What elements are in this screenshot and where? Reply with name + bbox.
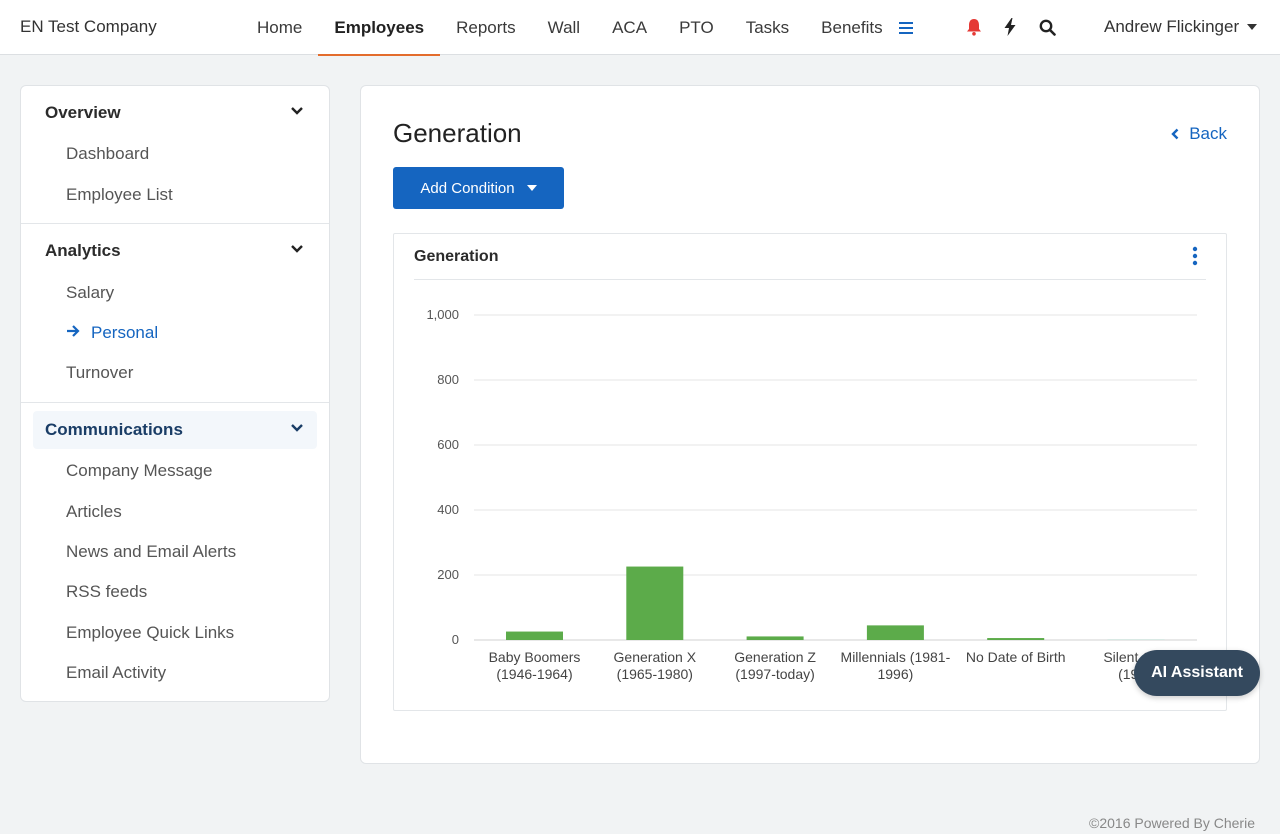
chevron-down-icon: [291, 245, 303, 253]
nav-pto[interactable]: PTO: [663, 0, 730, 55]
caret-down-icon: [526, 185, 537, 191]
x-tick-label: Generation X: [614, 649, 697, 665]
user-name: Andrew Flickinger: [1104, 17, 1240, 36]
sidebar-item-turnover[interactable]: Turnover: [66, 363, 133, 383]
sidebar-item-rss-feeds[interactable]: RSS feeds: [66, 582, 147, 602]
add-condition-label: Add Condition: [420, 179, 515, 197]
chart-bar: [1107, 639, 1165, 640]
y-tick-label: 400: [437, 502, 459, 517]
sidebar-item-dashboard[interactable]: Dashboard: [66, 144, 149, 164]
x-tick-label: Millennials (1981-: [841, 649, 951, 665]
lightning-icon[interactable]: [999, 16, 1021, 38]
sidebar-item-news-email-alerts[interactable]: News and Email Alerts: [66, 542, 236, 562]
sidebar: Overview Dashboard Employee List Analyti…: [20, 85, 330, 702]
y-tick-label: 200: [437, 567, 459, 582]
back-label: Back: [1189, 124, 1227, 143]
sidebar-item-company-message[interactable]: Company Message: [66, 461, 212, 481]
sidebar-divider: [21, 402, 329, 403]
chart-bar: [987, 638, 1045, 640]
x-tick-label: Generation Z: [734, 649, 816, 665]
arrow-right-icon: [67, 325, 80, 337]
chevron-down-icon: [291, 107, 303, 115]
y-tick-label: 600: [437, 437, 459, 452]
nav-benefits[interactable]: Benefits: [805, 0, 898, 55]
x-tick-label: (1997-today): [735, 666, 814, 682]
add-condition-button[interactable]: Add Condition: [393, 167, 564, 209]
chart-bar: [626, 566, 684, 640]
sidebar-section-title: Analytics: [45, 241, 121, 260]
chevron-down-icon: [291, 424, 303, 432]
chart-card: Generation 0 200 400 600 800 1,000 Baby Boomer…: [393, 233, 1227, 711]
sidebar-section-title: Overview: [45, 103, 121, 122]
nav-reports[interactable]: Reports: [440, 0, 532, 55]
ai-assistant-button[interactable]: AI Assistant: [1134, 650, 1260, 696]
hamburger-menu-icon[interactable]: [896, 18, 916, 38]
nav-home[interactable]: Home: [241, 0, 318, 55]
x-tick-label: No Date of Birth: [966, 649, 1066, 665]
bell-icon[interactable]: [963, 16, 985, 38]
sidebar-section-analytics[interactable]: Analytics: [33, 232, 317, 270]
x-tick-label: (1965-1980): [617, 666, 693, 682]
page-title: Generation: [393, 118, 522, 148]
sidebar-section-title: Communications: [45, 420, 183, 439]
nav-employees[interactable]: Employees: [318, 0, 440, 56]
top-navbar: EN Test Company Home Employees Reports W…: [0, 0, 1280, 56]
sidebar-divider: [21, 223, 329, 224]
main-nav: Home Employees Reports Wall ACA PTO Task…: [241, 0, 899, 56]
search-icon[interactable]: [1036, 16, 1058, 38]
nav-aca[interactable]: ACA: [596, 0, 663, 55]
chart-bar: [866, 625, 924, 640]
sidebar-item-employee-list[interactable]: Employee List: [66, 185, 173, 205]
bar-chart: 0 200 400 600 800 1,000 Baby Boomers(1946-1964…: [426, 307, 1197, 682]
chart-bar: [746, 636, 804, 640]
x-tick-label: (1946-1964): [496, 666, 572, 682]
main-panel: Generation Back Add Condition Generation…: [360, 85, 1260, 764]
caret-down-icon: [1247, 24, 1258, 30]
footer-copyright: ©2016 Powered By Cherie: [1089, 815, 1255, 831]
sidebar-section-communications[interactable]: Communications: [33, 411, 317, 449]
company-name[interactable]: EN Test Company: [20, 17, 157, 37]
y-tick-label: 800: [437, 372, 459, 387]
sidebar-item-articles[interactable]: Articles: [66, 502, 122, 522]
chart-bar: [506, 631, 563, 640]
x-tick-label: 1996): [877, 666, 913, 682]
x-tick-label: Baby Boomers: [489, 649, 581, 665]
sidebar-item-employee-quick-links[interactable]: Employee Quick Links: [66, 623, 234, 643]
sidebar-section-overview[interactable]: Overview: [33, 94, 317, 132]
y-tick-label: 1,000: [426, 307, 459, 322]
sidebar-item-email-activity[interactable]: Email Activity: [66, 663, 166, 683]
nav-wall[interactable]: Wall: [532, 0, 596, 55]
chevron-left-icon: [1171, 128, 1179, 140]
y-tick-label: 0: [452, 632, 459, 647]
sidebar-item-personal[interactable]: Personal: [91, 323, 158, 343]
sidebar-item-salary[interactable]: Salary: [66, 283, 114, 303]
back-link[interactable]: Back: [1171, 124, 1227, 144]
user-menu[interactable]: Andrew Flickinger: [1104, 17, 1258, 37]
nav-tasks[interactable]: Tasks: [730, 0, 805, 55]
